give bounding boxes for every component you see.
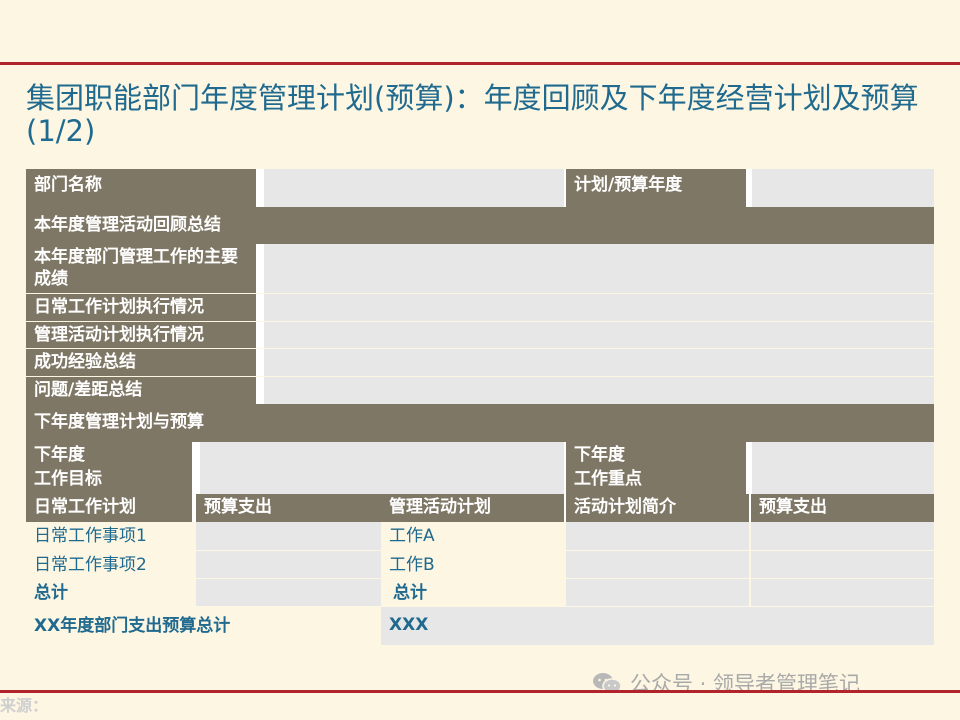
review-section-header: 本年度管理活动回顾总结 bbox=[26, 207, 934, 244]
col-budget-2: 预算支出 bbox=[751, 494, 934, 522]
daily-execution-label: 日常工作计划执行情况 bbox=[26, 294, 256, 321]
next-focus-field[interactable] bbox=[752, 442, 934, 494]
spacer bbox=[256, 322, 264, 348]
budget-2-row-1[interactable] bbox=[751, 522, 934, 550]
total-1-label: 总计 bbox=[26, 579, 192, 606]
daily-item-2: 日常工作事项2 bbox=[26, 551, 192, 578]
spacer bbox=[256, 294, 264, 321]
bottom-divider bbox=[0, 690, 960, 693]
col-daily-plan: 日常工作计划 bbox=[26, 494, 192, 522]
main-achievements-field[interactable] bbox=[264, 244, 934, 293]
problem-summary-field[interactable] bbox=[264, 377, 934, 404]
activity-brief-row-2[interactable] bbox=[566, 551, 749, 578]
spacer bbox=[192, 442, 200, 494]
dept-name-label: 部门名称 bbox=[26, 169, 256, 207]
daily-execution-field[interactable] bbox=[264, 294, 934, 321]
daily-item-1: 日常工作事项1 bbox=[26, 522, 192, 550]
top-divider bbox=[0, 62, 960, 65]
activity-execution-field[interactable] bbox=[264, 322, 934, 348]
spacer bbox=[256, 169, 264, 207]
total-2-value[interactable] bbox=[751, 579, 934, 606]
total-1-value[interactable] bbox=[196, 579, 381, 606]
next-focus-label: 下年度 工作重点 bbox=[566, 442, 746, 494]
footer-source: 来源： bbox=[0, 696, 49, 715]
problem-summary-label: 问题/差距总结 bbox=[26, 377, 256, 404]
activity-execution-label: 管理活动计划执行情况 bbox=[26, 322, 256, 348]
next-section-header: 下年度管理计划与预算 bbox=[26, 404, 934, 442]
dept-total-label: XX年度部门支出预算总计 bbox=[26, 607, 381, 645]
watermark: 公众号 · 领导者管理笔记 bbox=[592, 668, 860, 698]
spacer bbox=[256, 349, 264, 376]
plan-year-field[interactable] bbox=[752, 169, 934, 207]
dept-total-value[interactable]: XXX bbox=[381, 607, 934, 645]
page-title: 集团职能部门年度管理计划(预算)：年度回顾及下年度经营计划及预算(1/2) bbox=[26, 81, 919, 148]
total-2-activity-brief[interactable] bbox=[566, 579, 749, 606]
spacer bbox=[256, 244, 264, 293]
spacer bbox=[256, 377, 264, 404]
col-activity-plan: 管理活动计划 bbox=[381, 494, 564, 522]
total-2-label: 总计 bbox=[381, 579, 564, 606]
budget-1-row-2[interactable] bbox=[196, 551, 381, 578]
budget-1-row-1[interactable] bbox=[196, 522, 381, 550]
watermark-text: 公众号 · 领导者管理笔记 bbox=[630, 672, 861, 696]
main-achievements-label: 本年度部门管理工作的主要成绩 bbox=[26, 244, 256, 293]
dept-name-field[interactable] bbox=[264, 169, 564, 207]
success-summary-field[interactable] bbox=[264, 349, 934, 376]
col-budget-1: 预算支出 bbox=[196, 494, 381, 522]
work-b: 工作B bbox=[381, 551, 564, 578]
plan-year-label: 计划/预算年度 bbox=[566, 169, 746, 207]
success-summary-label: 成功经验总结 bbox=[26, 349, 256, 376]
work-a: 工作A bbox=[381, 522, 564, 550]
next-goal-field[interactable] bbox=[200, 442, 564, 494]
activity-brief-row-1[interactable] bbox=[566, 522, 749, 550]
col-activity-brief: 活动计划简介 bbox=[566, 494, 749, 522]
next-goal-label: 下年度 工作目标 bbox=[26, 442, 192, 494]
budget-2-row-2[interactable] bbox=[751, 551, 934, 578]
